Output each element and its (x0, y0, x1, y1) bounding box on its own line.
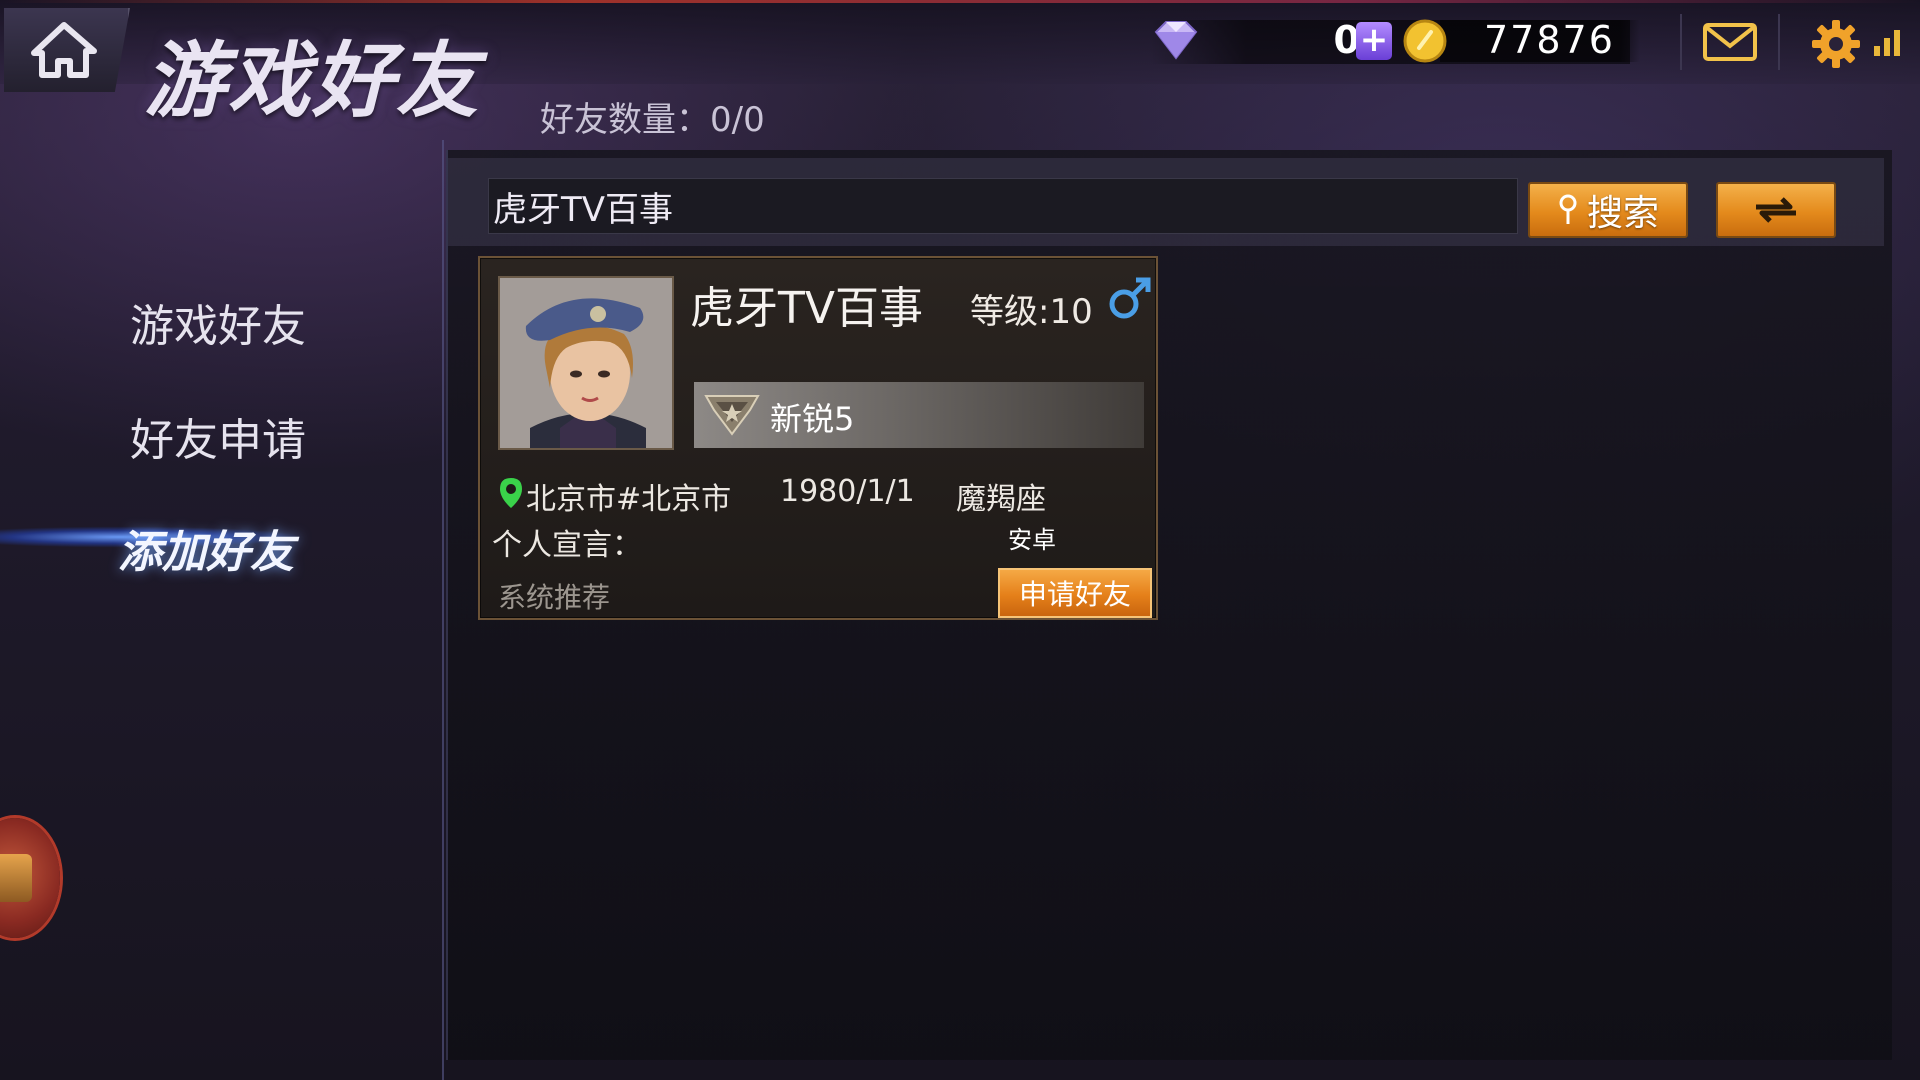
motto-label: 个人宣言： (492, 528, 642, 563)
rank-label: 新锐5 (770, 400, 855, 438)
search-icon (1559, 194, 1577, 224)
player-birthday: 1980/1/1 (780, 474, 915, 509)
friend-count: 好友数量：0/0 (540, 100, 765, 140)
refresh-button[interactable] (1716, 182, 1836, 238)
main-panel: 搜索 (446, 150, 1892, 1060)
search-button-label: 搜索 (1586, 193, 1659, 234)
rank-bar: 新锐5 (694, 382, 1144, 448)
search-button[interactable]: 搜索 (1528, 182, 1688, 238)
sidebar (0, 140, 444, 1080)
player-zodiac: 魔羯座 (956, 482, 1046, 517)
plus-icon: + (1359, 20, 1389, 60)
player-name: 虎牙TV百事 (690, 283, 923, 334)
sidebar-item-friend-requests[interactable]: 好友申请 (130, 404, 306, 468)
home-button[interactable] (4, 8, 130, 92)
gear-icon[interactable] (1808, 16, 1864, 72)
player-platform: 安卓 (1008, 526, 1056, 554)
home-icon (31, 22, 97, 78)
rank-badge-icon (704, 395, 760, 436)
refresh-icon (1756, 197, 1796, 223)
game-friends-screen: 游戏好友 好友数量：0/0 0 + 77876 游戏好友 好友申请 添加好友 虎… (0, 0, 1920, 1080)
player-avatar (498, 276, 674, 450)
apply-friend-button[interactable]: 申请好友 (998, 568, 1152, 618)
coin-icon (1403, 19, 1447, 63)
add-gems-button[interactable]: + (1356, 22, 1392, 60)
recommend-source: 系统推荐 (498, 581, 611, 614)
male-icon (1109, 277, 1151, 319)
search-input[interactable] (488, 178, 1518, 234)
chest-icon (0, 854, 32, 902)
player-result-card[interactable]: 虎牙TV百事 等级:10 新锐5 北京市#北京市 1980/1/1 魔羯座 个人… (478, 256, 1158, 620)
coin-count: 77876 (1484, 18, 1615, 62)
diamond-icon (1154, 21, 1198, 60)
mail-button[interactable] (1680, 14, 1780, 70)
location-icon (500, 478, 522, 508)
sidebar-item-game-friends[interactable]: 游戏好友 (130, 290, 306, 354)
player-location: 北京市#北京市 (526, 482, 732, 517)
signal-icon (1874, 26, 1904, 56)
mail-icon (1703, 23, 1757, 61)
sidebar-item-add-friend[interactable]: 添加好友 (118, 516, 294, 580)
player-level: 等级:10 (970, 292, 1093, 332)
search-row: 搜索 (448, 158, 1884, 246)
page-title: 游戏好友 (144, 33, 480, 129)
